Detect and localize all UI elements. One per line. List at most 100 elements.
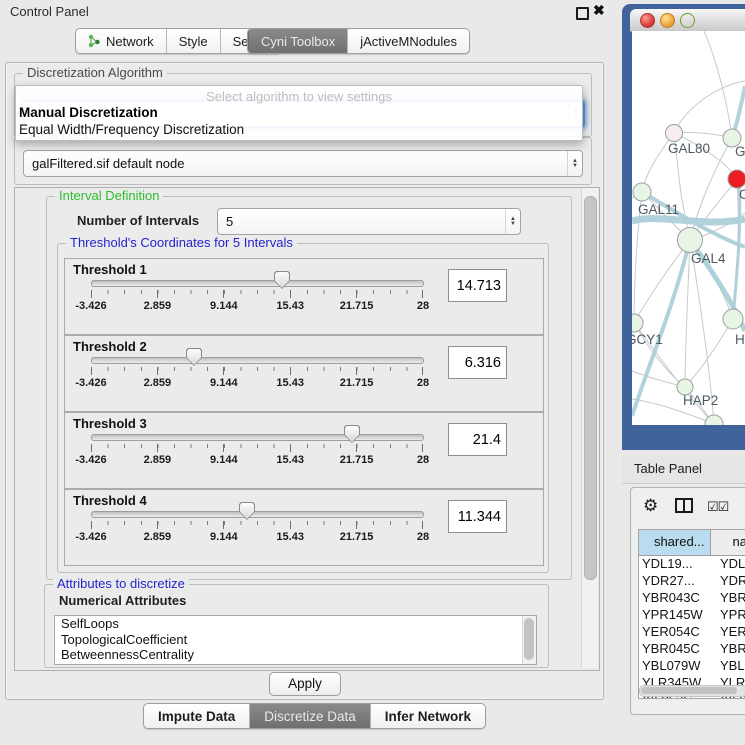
- numerical-attributes-list[interactable]: SelfLoopsTopologicalCoefficientBetweenne…: [54, 615, 537, 665]
- tick-label: 9.144: [210, 531, 238, 543]
- threshold-2-value-field[interactable]: [448, 346, 507, 379]
- cell-name[interactable]: YBR0: [712, 590, 745, 607]
- tick-label: -3.426: [75, 531, 106, 543]
- combo-stepper-icon: ▲▼: [567, 151, 582, 176]
- apply-button[interactable]: Apply: [269, 672, 341, 696]
- node-h-cut[interactable]: [723, 309, 743, 329]
- horizontal-scrollbar-thumb[interactable]: [641, 687, 737, 694]
- table-header-row: shared... na: [639, 530, 745, 556]
- close-traffic-light-icon[interactable]: [640, 13, 655, 28]
- table-row[interactable]: YBR043CYBR0: [639, 590, 745, 607]
- table-row[interactable]: YDL19...YDL1: [639, 556, 745, 573]
- tick-label: 9.144: [210, 300, 238, 312]
- tick-label: 15.43: [276, 454, 304, 466]
- threshold-1-value-field[interactable]: [448, 269, 507, 302]
- cell-shared-name[interactable]: YBL079W: [639, 658, 712, 675]
- threshold-1-row: Threshold 1 -3.4262.8599.14415.4321.7152…: [64, 258, 544, 335]
- table-row[interactable]: YDR27...YDR2: [639, 573, 745, 590]
- gear-icon[interactable]: ⚙: [643, 496, 658, 516]
- node-gal11[interactable]: [633, 183, 651, 201]
- split-column-icon[interactable]: [675, 498, 693, 513]
- table-row[interactable]: YER054CYER0: [639, 624, 745, 641]
- threshold-1-slider-track[interactable]: [91, 280, 424, 287]
- float-window-icon[interactable]: [576, 7, 589, 20]
- cell-name[interactable]: YDL1: [712, 556, 745, 573]
- cell-name[interactable]: YPR1: [712, 607, 745, 624]
- list-scrollbar-thumb[interactable]: [524, 618, 534, 660]
- slider-tick-labels: -3.4262.8599.14415.4321.71528: [91, 454, 423, 466]
- cell-shared-name[interactable]: YBR045C: [639, 641, 712, 658]
- list-scrollbar[interactable]: [522, 616, 536, 664]
- screen: Control Panel ✖ Network Style Select Cyn…: [0, 0, 745, 745]
- tick-label: -3.426: [75, 454, 106, 466]
- list-item[interactable]: BetweennessCentrality: [55, 647, 536, 663]
- cell-shared-name[interactable]: YER054C: [639, 624, 712, 641]
- threshold-4-slider-track[interactable]: [91, 511, 424, 518]
- numerical-attributes-label: Numerical Attributes: [59, 593, 186, 608]
- cyni-toolbox-panel: Discretization Algorithm ▲▼ Select algor…: [5, 62, 604, 700]
- list-item[interactable]: SelfLoops: [55, 616, 536, 632]
- threshold-1-label: Threshold 1: [73, 262, 147, 277]
- algorithm-option-equal-width[interactable]: Equal Width/Frequency Discretization: [19, 122, 244, 137]
- attributes-group: Attributes to discretize Numerical Attri…: [44, 584, 549, 668]
- tab-cyni-toolbox[interactable]: Cyni Toolbox: [248, 29, 347, 53]
- tab-style[interactable]: Style: [166, 29, 220, 53]
- number-of-intervals-label: Number of Intervals: [77, 213, 199, 228]
- cell-name[interactable]: YER0: [712, 624, 745, 641]
- tab-network[interactable]: Network: [76, 29, 166, 53]
- threshold-2-label: Threshold 2: [73, 339, 147, 354]
- threshold-2-row: Threshold 2 -3.4262.8599.14415.4321.7152…: [64, 335, 544, 412]
- threshold-4-value-field[interactable]: [448, 500, 507, 533]
- node-gal4[interactable]: [678, 228, 703, 253]
- vertical-scrollbar-thumb[interactable]: [584, 196, 597, 580]
- tab-infer-network[interactable]: Infer Network: [370, 704, 485, 728]
- list-item[interactable]: TopologicalCoefficient: [55, 632, 536, 648]
- table-row[interactable]: YBL079WYBL0: [639, 658, 745, 675]
- minimize-traffic-light-icon[interactable]: [660, 13, 675, 28]
- table-data-combobox[interactable]: galFiltered.sif default node ▲▼: [23, 150, 583, 177]
- slider-ticks: [91, 367, 423, 376]
- threshold-3-slider-track[interactable]: [91, 434, 424, 441]
- horizontal-scrollbar[interactable]: [639, 685, 745, 697]
- table-body: YDL19...YDL1YDR27...YDR2YBR043CYBR0YPR14…: [639, 556, 745, 699]
- tick-label: -3.426: [75, 300, 106, 312]
- column-header-name[interactable]: na: [711, 530, 745, 555]
- tick-label: 15.43: [276, 377, 304, 389]
- cell-name[interactable]: YBR0: [712, 641, 745, 658]
- algorithm-placeholder-option[interactable]: Select algorithm to view settings: [16, 89, 582, 104]
- close-icon[interactable]: ✖: [593, 2, 605, 19]
- cell-shared-name[interactable]: YDL19...: [639, 556, 712, 573]
- table-panel: ⚙ ☑☑ shared... na YDL19...YDL1YDR27...YD…: [630, 487, 745, 715]
- node-gcy1[interactable]: [632, 314, 643, 332]
- node-red-selected[interactable]: [728, 170, 745, 188]
- threshold-3-value-field[interactable]: [448, 423, 507, 456]
- tick-label: 28: [417, 300, 429, 312]
- threshold-2-slider-track[interactable]: [91, 357, 424, 364]
- tick-label: 28: [417, 377, 429, 389]
- algorithm-option-manual[interactable]: Manual Discretization: [19, 105, 158, 120]
- vertical-scrollbar[interactable]: [581, 188, 598, 668]
- tab-discretize-data[interactable]: Discretize Data: [249, 704, 370, 728]
- tab-impute-data[interactable]: Impute Data: [144, 704, 249, 728]
- cell-shared-name[interactable]: YBR043C: [639, 590, 712, 607]
- cell-name[interactable]: YDR2: [712, 573, 745, 590]
- threshold-4-label: Threshold 4: [73, 493, 147, 508]
- table-row[interactable]: YBR045CYBR0: [639, 641, 745, 658]
- cell-shared-name[interactable]: YPR145W: [639, 607, 712, 624]
- node-label: GAL11: [638, 202, 679, 217]
- slider-ticks: [91, 290, 423, 299]
- tick-label: 21.715: [340, 531, 374, 543]
- table-row[interactable]: YPR145WYPR1: [639, 607, 745, 624]
- number-of-intervals-combobox[interactable]: 5 ▲▼: [217, 208, 521, 235]
- node-gal80[interactable]: [666, 125, 683, 142]
- network-canvas[interactable]: GAL80 GAL C GAL11 GAL4 GCY1 H HAP2: [632, 31, 745, 425]
- cell-shared-name[interactable]: YDR27...: [639, 573, 712, 590]
- tick-label: 9.144: [210, 454, 238, 466]
- column-header-shared-name[interactable]: shared...: [639, 530, 711, 555]
- zoom-traffic-light-icon[interactable]: [680, 13, 695, 28]
- tab-group-right: Cyni Toolbox jActiveMNodules: [247, 28, 470, 54]
- tab-jactivemnodules[interactable]: jActiveMNodules: [347, 29, 469, 53]
- checkbox-icons[interactable]: ☑☑: [707, 499, 728, 515]
- network-window-titlebar[interactable]: [630, 9, 745, 32]
- cell-name[interactable]: YBL0: [712, 658, 745, 675]
